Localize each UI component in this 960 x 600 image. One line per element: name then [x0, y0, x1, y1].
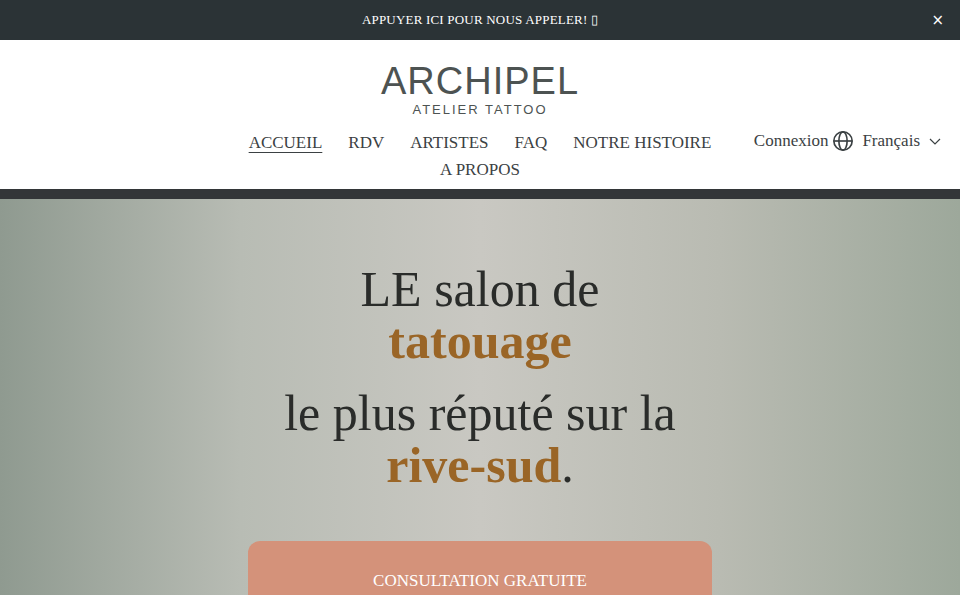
close-button[interactable]: ×	[927, 9, 948, 31]
logo-title: ARCHIPEL	[381, 62, 579, 102]
heading-line: tatouage	[388, 315, 571, 367]
heading-line: le plus réputé sur la	[284, 387, 676, 439]
chevron-down-icon	[928, 134, 942, 148]
hero: LE salon detatouage le plus réputé sur la…	[0, 199, 960, 595]
logo[interactable]: ARCHIPELATELIER TATTOO	[381, 62, 579, 117]
nav-item[interactable]: A PROPOS	[440, 158, 520, 181]
consultation-button[interactable]: CONSULTATION GRATUITE	[248, 541, 712, 595]
main-nav: ACCUEIL RDV ARTISTES FAQ NOTRE HISTOIRE A PRO…	[240, 131, 720, 181]
nav-item[interactable]: FAQ	[515, 131, 548, 154]
nav-item[interactable]: ARTISTES	[410, 131, 488, 154]
globe-icon	[832, 130, 854, 152]
heading-line: LE salon de	[361, 263, 600, 315]
page: APPUYER ICI POUR NOUS APPELER! ▯ × ARCHIPE…	[0, 0, 960, 600]
heading-line: rive-sud.	[386, 439, 574, 491]
call-banner[interactable]: APPUYER ICI POUR NOUS APPELER! ▯ ×	[0, 0, 960, 40]
hero-heading: LE salon detatouage le plus réputé sur la…	[284, 263, 676, 491]
nav-item[interactable]: RDV	[348, 131, 384, 154]
nav-item[interactable]: NOTRE HISTOIRE	[573, 131, 711, 154]
header: ARCHIPELATELIER TATTOO ACCUEIL RDV ARTISTES…	[0, 40, 960, 199]
banner-text[interactable]: APPUYER ICI POUR NOUS APPELER! ▯	[362, 12, 598, 28]
logo-subtitle: ATELIER TATTOO	[412, 102, 547, 117]
language-select[interactable]: Français	[832, 130, 942, 152]
login-link[interactable]: Connexion	[754, 131, 829, 151]
nav-item[interactable]: ACCUEIL	[249, 131, 323, 154]
